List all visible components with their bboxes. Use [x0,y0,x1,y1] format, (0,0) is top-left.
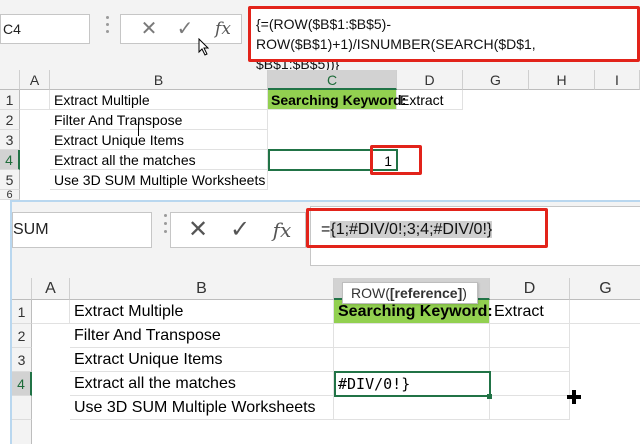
row-header-1[interactable]: 1 [12,300,32,324]
row-header-2[interactable]: 2 [12,324,32,348]
cell-b3[interactable]: Extract Unique Items [70,348,334,372]
zoomed-excel-window: SUM ✕ ✓ fx ={1;#DIV/0!;3;4;#DIV/0!} A B … [10,200,640,444]
close-icon[interactable]: ✕ [135,15,163,43]
formula-icons-zoom: ✕ ✓ fx [170,212,306,248]
cell-d1[interactable]: Extract [490,300,570,324]
select-all-corner[interactable] [0,70,20,90]
cell-d4[interactable] [490,372,570,396]
cell-c1[interactable]: Searching Keyword: [268,90,406,110]
cell-b2[interactable]: Filter And Transpose [50,110,268,130]
row-header-4[interactable]: 4 [12,372,32,396]
fx-icon[interactable]: fx [209,15,237,43]
formula-bar: C4 ✕ ✓ fx {=(ROW($B$1:$B$5)-ROW($B$1)+1)… [0,0,640,72]
drag-handle-zoom[interactable] [162,214,170,244]
cell-c2[interactable] [334,324,490,348]
cell-d2[interactable] [490,324,570,348]
cell-b4[interactable]: Extract all the matches [50,150,268,170]
row-header-6[interactable]: 6 [0,190,20,200]
check-icon[interactable]: ✓ [171,15,199,43]
cell-d5[interactable] [490,396,570,420]
name-box[interactable]: C4 [0,14,90,44]
cell-b2[interactable]: Filter And Transpose [70,324,334,348]
tooltip-close: ) [462,285,467,301]
column-header-b[interactable]: B [50,70,268,90]
column-header-d[interactable]: D [490,278,570,300]
column-header-i[interactable]: I [595,70,640,90]
check-icon[interactable]: ✓ [223,213,257,247]
select-all-corner[interactable] [12,278,32,300]
row-header-5[interactable]: 5 [0,170,20,190]
row-header-2[interactable]: 2 [0,110,20,130]
formula-highlight-box [248,6,640,62]
cell-c3[interactable] [334,348,490,372]
formula-icons: ✕ ✓ fx [120,14,242,44]
cell-b5[interactable]: Use 3D SUM Multiple Worksheets [50,170,268,190]
formula-highlight-box-zoom [306,208,548,248]
row-header-3[interactable]: 3 [12,348,32,372]
cell-d1[interactable]: Extract [397,90,463,110]
cell-b1[interactable]: Extract Multiple [70,300,334,324]
column-header-g[interactable]: G [463,70,529,90]
function-tooltip[interactable]: ROW([reference]) [342,282,478,304]
result-highlight-box [370,145,422,175]
row-header-3[interactable]: 3 [0,130,20,150]
column-header-a[interactable]: A [20,70,50,90]
cell-a1[interactable] [32,300,70,324]
column-header-g[interactable]: G [570,278,640,300]
cell-b3[interactable]: Extract Unique Items [50,130,268,150]
cell-b1[interactable]: Extract Multiple [50,90,268,110]
fx-icon[interactable]: fx [265,213,299,247]
column-header-a[interactable]: A [32,278,70,300]
cell-b4[interactable]: Extract all the matches [70,372,334,396]
column-header-c[interactable]: C [268,70,397,90]
cell-c4-editing[interactable]: #DIV/0!} [334,371,491,397]
spreadsheet-grid-zoom: A B C D G 1 2 3 4 Extract Multiple Searc… [12,278,640,444]
column-header-b[interactable]: B [70,278,334,300]
row-header-6[interactable] [12,420,32,444]
tooltip-argument[interactable]: [reference] [390,285,462,301]
row-header-4[interactable]: 4 [0,150,20,170]
column-header-d[interactable]: D [397,70,463,90]
fill-handle[interactable] [487,394,492,399]
plus-cursor-icon [567,390,581,404]
spreadsheet-grid: A B C D G H I 1 2 3 4 5 6 Extract Multip… [0,70,640,200]
cell-g1[interactable] [570,300,640,324]
cell-c5[interactable] [334,396,490,420]
top-excel-window: C4 ✕ ✓ fx {=(ROW($B$1:$B$5)-ROW($B$1)+1)… [0,0,640,200]
cell-b5[interactable]: Use 3D SUM Multiple Worksheets [70,396,334,420]
name-box-zoom[interactable]: SUM [12,212,152,248]
row-header-1[interactable]: 1 [0,90,20,110]
text-cursor-icon [138,122,139,136]
close-icon[interactable]: ✕ [181,213,215,247]
row-header-5[interactable] [12,396,32,420]
cell-a1[interactable] [20,90,50,110]
cell-d3[interactable] [490,348,570,372]
mouse-pointer-icon [198,38,210,56]
drag-handle[interactable] [104,16,112,42]
tooltip-function: ROW( [351,285,390,301]
column-header-h[interactable]: H [529,70,595,90]
